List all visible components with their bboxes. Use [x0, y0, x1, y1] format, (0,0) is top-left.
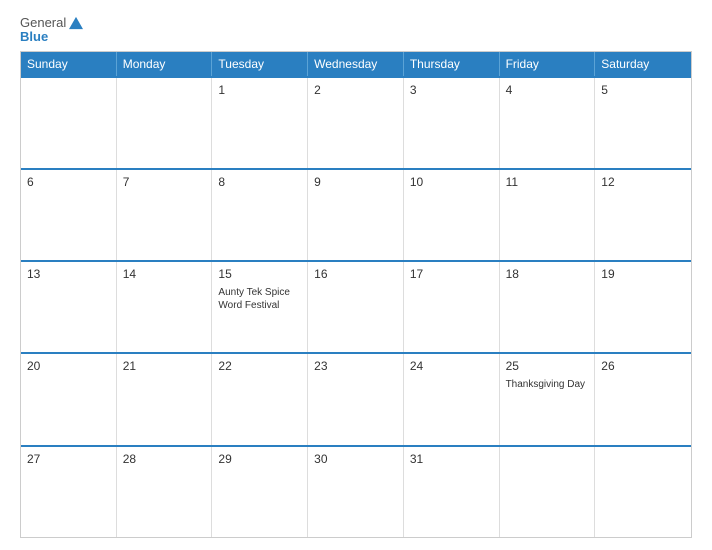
weeks-container: 123456789101112131415Aunty Tek Spice Wor… [21, 76, 691, 537]
day-cell: 1 [212, 78, 308, 168]
day-number: 1 [218, 83, 301, 97]
day-cell: 9 [308, 170, 404, 260]
day-cell: 5 [595, 78, 691, 168]
day-number: 12 [601, 175, 685, 189]
day-number: 8 [218, 175, 301, 189]
day-number: 6 [27, 175, 110, 189]
day-number: 25 [506, 359, 589, 373]
day-number: 4 [506, 83, 589, 97]
day-cell: 31 [404, 447, 500, 537]
day-number: 21 [123, 359, 206, 373]
day-number: 30 [314, 452, 397, 466]
day-cell: 17 [404, 262, 500, 352]
day-cell: 10 [404, 170, 500, 260]
logo-general: General [20, 16, 66, 30]
day-number: 18 [506, 267, 589, 281]
day-header: Saturday [595, 52, 691, 76]
day-cell: 20 [21, 354, 117, 444]
day-cell: 7 [117, 170, 213, 260]
day-number: 3 [410, 83, 493, 97]
week-row: 13 14 15 Aunty Tek Spice Word Festival 16 17 1… [21, 260, 691, 352]
day-cell: 19 [595, 262, 691, 352]
day-cell [21, 78, 117, 168]
logo-blue: Blue [20, 30, 84, 44]
day-header: Friday [500, 52, 596, 76]
day-header: Tuesday [212, 52, 308, 76]
logo-icon [68, 16, 84, 30]
header: General Blue [20, 16, 692, 45]
day-number: 7 [123, 175, 206, 189]
day-header: Sunday [21, 52, 117, 76]
day-cell: 30 [308, 447, 404, 537]
day-number: 2 [314, 83, 397, 97]
event-label: Thanksgiving Day [506, 378, 589, 391]
day-header: Thursday [404, 52, 500, 76]
day-cell: 13 [21, 262, 117, 352]
week-row: 6789 10 11 12 [21, 168, 691, 260]
day-cell: 16 [308, 262, 404, 352]
day-cell: 28 [117, 447, 213, 537]
day-number: 22 [218, 359, 301, 373]
day-number: 20 [27, 359, 110, 373]
day-header: Wednesday [308, 52, 404, 76]
day-cell: 12 [595, 170, 691, 260]
day-headers-row: SundayMondayTuesdayWednesdayThursdayFrid… [21, 52, 691, 76]
day-number: 19 [601, 267, 685, 281]
day-number: 5 [601, 83, 685, 97]
day-cell: 4 [500, 78, 596, 168]
day-cell: 29 [212, 447, 308, 537]
day-number: 26 [601, 359, 685, 373]
day-cell: 25 Thanksgiving Day [500, 354, 596, 444]
day-number: 9 [314, 175, 397, 189]
day-cell: 22 [212, 354, 308, 444]
day-number: 23 [314, 359, 397, 373]
day-cell [595, 447, 691, 537]
day-number: 13 [27, 267, 110, 281]
week-row: 20 21 22 23 24 25 Thanksgiving Day 26 [21, 352, 691, 444]
week-row: 12345 [21, 76, 691, 168]
day-cell: 26 [595, 354, 691, 444]
day-number: 27 [27, 452, 110, 466]
logo: General Blue [20, 16, 84, 45]
day-cell: 14 [117, 262, 213, 352]
week-row: 27 28 29 30 31 [21, 445, 691, 537]
day-cell: 15 Aunty Tek Spice Word Festival [212, 262, 308, 352]
day-header: Monday [117, 52, 213, 76]
day-number: 31 [410, 452, 493, 466]
day-cell [500, 447, 596, 537]
day-cell: 8 [212, 170, 308, 260]
day-cell: 21 [117, 354, 213, 444]
event-label: Aunty Tek Spice Word Festival [218, 286, 301, 312]
day-number: 14 [123, 267, 206, 281]
day-cell [117, 78, 213, 168]
day-cell: 24 [404, 354, 500, 444]
day-number: 10 [410, 175, 493, 189]
day-cell: 6 [21, 170, 117, 260]
day-number: 17 [410, 267, 493, 281]
day-cell: 23 [308, 354, 404, 444]
day-cell: 11 [500, 170, 596, 260]
calendar: SundayMondayTuesdayWednesdayThursdayFrid… [20, 51, 692, 538]
day-number: 15 [218, 267, 301, 281]
page: General Blue SundayMondayTuesdayWednesda… [0, 0, 712, 550]
day-number: 29 [218, 452, 301, 466]
day-number: 24 [410, 359, 493, 373]
day-number: 28 [123, 452, 206, 466]
day-cell: 27 [21, 447, 117, 537]
day-number: 16 [314, 267, 397, 281]
day-cell: 2 [308, 78, 404, 168]
day-cell: 18 [500, 262, 596, 352]
day-cell: 3 [404, 78, 500, 168]
day-number: 11 [506, 175, 589, 189]
